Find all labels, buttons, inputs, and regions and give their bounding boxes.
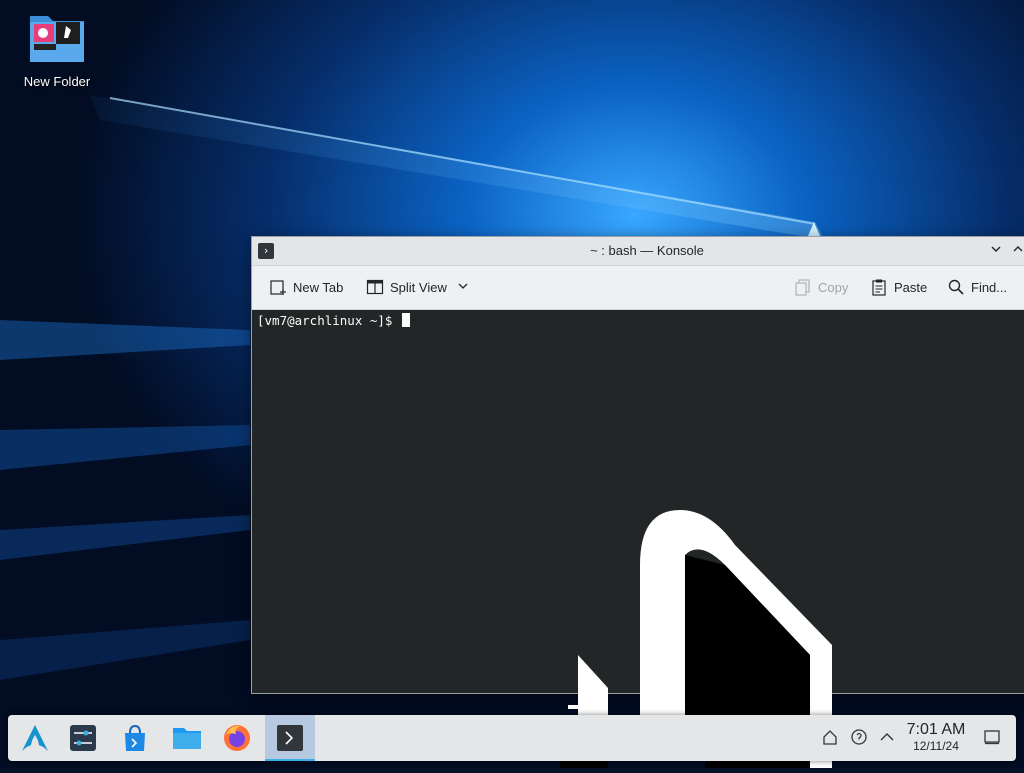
clock-time: 7:01 AM xyxy=(906,721,966,738)
terminal-prompt: [vm7@archlinux ~]$ xyxy=(257,313,410,328)
digital-clock[interactable]: 7:01 AM 12/11/24 xyxy=(903,721,969,753)
clock-date: 12/11/24 xyxy=(913,739,959,753)
split-view-label: Split View xyxy=(390,279,447,295)
show-desktop-icon[interactable] xyxy=(982,728,1002,748)
search-icon xyxy=(947,278,965,296)
window-titlebar[interactable]: › ~ : bash — Konsole xyxy=(252,237,1024,266)
copy-label: Copy xyxy=(818,279,849,295)
chevron-up-icon[interactable] xyxy=(877,728,897,748)
dolphin-launcher[interactable] xyxy=(161,715,211,761)
help-icon[interactable] xyxy=(849,728,869,748)
system-settings-launcher[interactable] xyxy=(58,715,108,761)
new-tab-button[interactable]: New Tab xyxy=(269,276,343,298)
paste-button[interactable]: Paste xyxy=(870,276,927,298)
firefox-launcher[interactable] xyxy=(212,715,262,761)
new-tab-icon xyxy=(269,278,287,296)
discover-launcher[interactable] xyxy=(110,715,160,761)
window-title: ~ : bash — Konsole xyxy=(590,243,704,258)
minimize-button[interactable] xyxy=(986,241,1006,261)
folder-icon xyxy=(173,728,201,749)
find-button[interactable]: Find... xyxy=(947,276,1007,298)
application-launcher-button[interactable] xyxy=(10,715,60,761)
find-label: Find... xyxy=(971,279,1008,295)
terminal-cursor xyxy=(402,313,410,327)
sliders-icon xyxy=(70,725,96,751)
chevron-down-icon xyxy=(991,246,1001,252)
desktop-icon-label: New Folder xyxy=(23,74,91,89)
shopping-bag-icon xyxy=(125,724,145,751)
copy-icon xyxy=(794,278,812,296)
firefox-icon xyxy=(224,725,250,751)
prompt-text: [vm7@archlinux ~]$ xyxy=(257,313,393,328)
arch-logo-icon xyxy=(22,725,48,751)
konsole-task[interactable] xyxy=(265,715,315,761)
split-view-button[interactable]: Split View xyxy=(366,276,469,298)
terminal-icon xyxy=(277,725,303,751)
desktop-icon-new-folder[interactable]: New Folder xyxy=(14,10,100,89)
network-icon[interactable] xyxy=(820,728,840,748)
folder-icon xyxy=(28,10,86,66)
maximize-button[interactable] xyxy=(1008,241,1024,261)
paste-icon xyxy=(870,278,888,296)
paste-label: Paste xyxy=(894,279,928,295)
split-view-icon xyxy=(366,278,384,296)
copy-button[interactable]: Copy xyxy=(794,276,848,298)
chevron-down-icon[interactable] xyxy=(457,280,469,295)
taskbar-panel: 7:01 AM 12/11/24 xyxy=(8,715,1016,761)
new-tab-label: New Tab xyxy=(293,279,344,295)
chevron-up-icon xyxy=(1013,246,1023,252)
konsole-toolbar: New Tab Split View Copy Paste Find... xyxy=(252,266,1024,310)
